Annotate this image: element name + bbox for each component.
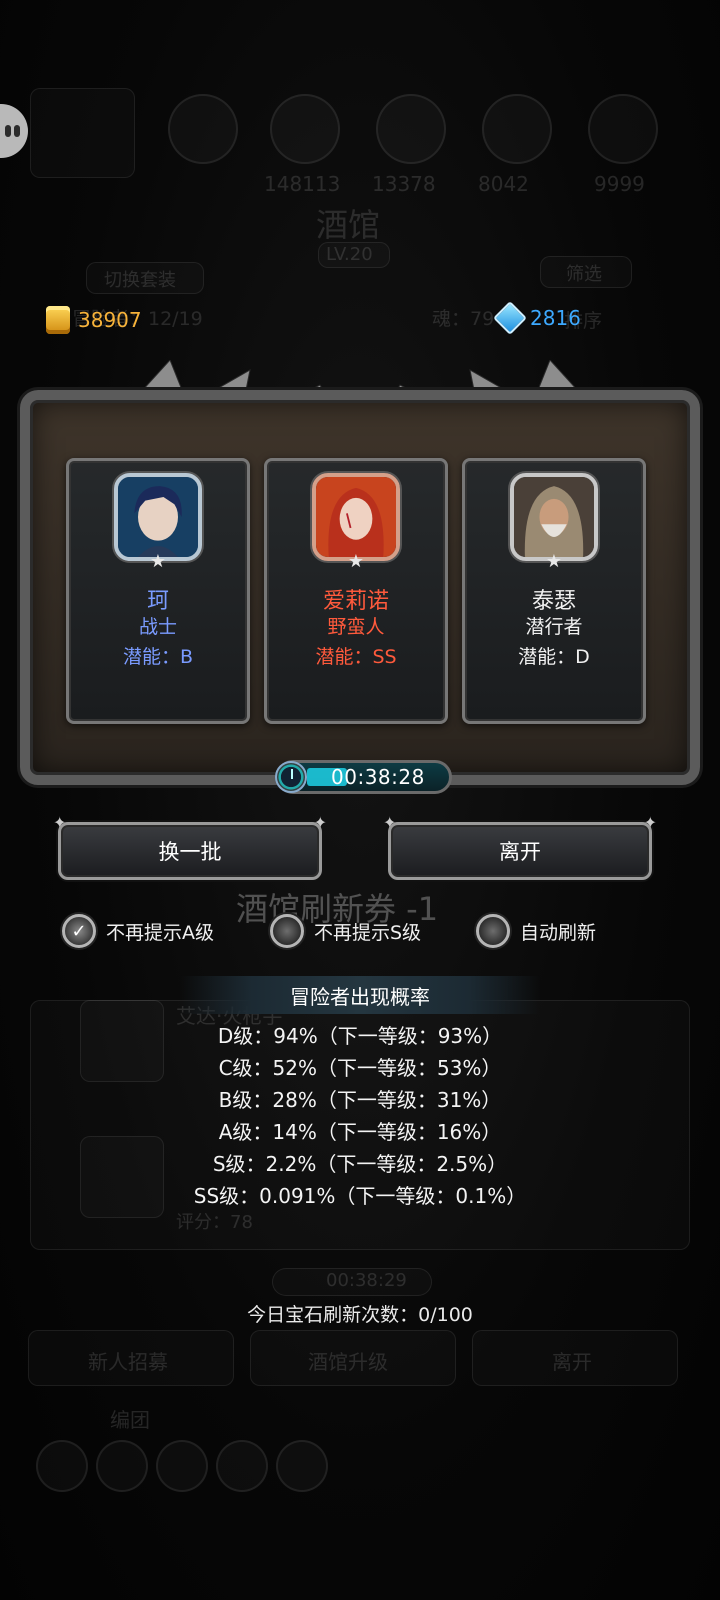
refresh-batch-button[interactable]: 换一批 [53, 813, 327, 880]
probability-line: D级：94%（下一等级：93%） [217, 1024, 503, 1048]
probability-title: 冒险者出现概率 [290, 984, 430, 1009]
gold-amount: 38907 [78, 308, 142, 332]
option-auto-refresh[interactable]: ✓ 自动刷新 [476, 914, 596, 948]
bg-btn-label: 新人招募 [88, 1350, 168, 1374]
bg-circle [168, 94, 238, 164]
hero-card[interactable]: ★ 泰瑟 潜行者 潜能：D [462, 458, 646, 724]
bg-circle [270, 94, 340, 164]
probability-line: S级：2.2%（下一等级：2.5%） [212, 1152, 508, 1176]
hero-card[interactable]: ★ 珂 战士 潜能：B [66, 458, 250, 724]
option-label: 自动刷新 [520, 921, 597, 944]
probability-line: C级：52%（下一等级：53%） [218, 1056, 502, 1080]
bg-circle [588, 94, 658, 164]
tab-dot-icon [5, 125, 11, 137]
hero-class: 潜行者 [525, 616, 583, 638]
bg-number: 9999 [594, 172, 645, 196]
bg-timer-text: 00:38:29 [326, 1270, 407, 1291]
bg-soul: 魂：79 [432, 308, 495, 330]
leave-button[interactable]: 离开 [383, 813, 657, 880]
hero-potential: 潜能：D [518, 646, 590, 668]
gem-amount: 2816 [530, 306, 581, 330]
bg-circle [216, 1440, 268, 1492]
gold-coin-stack-icon [46, 306, 70, 334]
clock-icon [275, 761, 307, 793]
hero-card[interactable]: ★ 爱莉诺 野蛮人 潜能：SS [264, 458, 448, 724]
bg-filter: 筛选 [566, 264, 602, 285]
timer-text: 00:38:28 [331, 765, 425, 789]
bg-number: 8042 [478, 172, 529, 196]
gem-refresh-count: 今日宝石刷新次数：0/100 [247, 1304, 473, 1326]
hero-name: 爱莉诺 [322, 589, 389, 614]
bg-btn-label: 酒馆升级 [308, 1350, 388, 1374]
hero-name: 泰瑟 [531, 589, 576, 614]
bg-btn-label: 离开 [552, 1350, 592, 1374]
recruit-panel: ★ 珂 战士 潜能：B ★ 爱莉诺 野蛮人 潜能：SS ★ 泰瑟 潜行者 潜能：… [20, 360, 700, 794]
bg-number: 148113 [264, 172, 341, 196]
bg-switch: 切换套装 [104, 270, 176, 291]
option-no-remind-a[interactable]: ✓ 不再提示A级 [62, 914, 214, 948]
bg-circle [482, 94, 552, 164]
bg-number: 13378 [372, 172, 436, 196]
option-label: 不再提示S级 [314, 921, 422, 944]
gold-display: 38907 [46, 306, 142, 334]
hero-name: 珂 [146, 589, 169, 614]
check-icon[interactable]: ✓ [62, 914, 96, 948]
bg-slot [30, 88, 135, 178]
hero-potential: 潜能：B [122, 646, 194, 668]
bg-team: 编团 [110, 1408, 150, 1432]
bg-circle [276, 1440, 328, 1492]
bg-title: 酒馆 [316, 206, 381, 244]
radio-icon[interactable]: ✓ [476, 914, 510, 948]
hero-portrait [114, 473, 202, 561]
star-icon: ★ [545, 551, 563, 572]
probability-line: SS级：0.091%（下一等级：0.1%） [193, 1184, 527, 1208]
bg-score: 评分：78 [176, 1212, 253, 1233]
hero-portrait [312, 473, 400, 561]
option-label: 不再提示A级 [106, 921, 214, 944]
bg-circle [96, 1440, 148, 1492]
hero-potential: 潜能：SS [315, 646, 397, 668]
hero-class: 战士 [138, 616, 177, 638]
blue-crystal-icon [493, 301, 527, 335]
hero-portrait [510, 473, 598, 561]
probability-line: A级：14%（下一等级：16%） [218, 1120, 502, 1144]
option-no-remind-s[interactable]: ✓ 不再提示S级 [270, 914, 421, 948]
radio-icon[interactable]: ✓ [270, 914, 304, 948]
bg-circle [36, 1440, 88, 1492]
bg-circle [156, 1440, 208, 1492]
bg-circle [376, 94, 446, 164]
hero-class: 野蛮人 [327, 616, 385, 638]
probability-line: B级：28%（下一等级：31%） [218, 1088, 502, 1112]
bg-level: LV.20 [326, 244, 373, 265]
gem-display: 2816 [493, 301, 581, 335]
refresh-timer: 00:38:28 [275, 760, 452, 794]
probability-header: 冒险者出现概率 [180, 976, 540, 1014]
star-icon: ★ [347, 551, 365, 572]
tab-dot-icon [14, 125, 20, 137]
star-icon: ★ [149, 551, 167, 572]
